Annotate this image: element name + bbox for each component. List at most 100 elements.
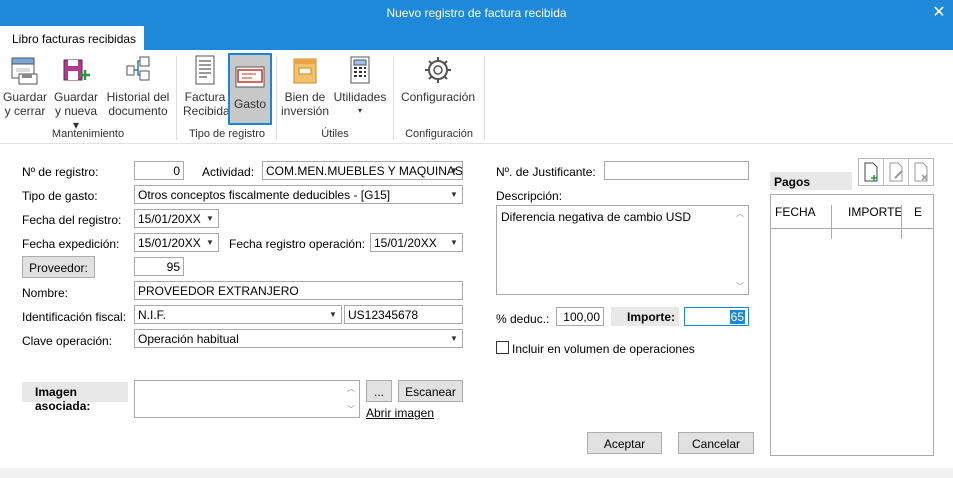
tab-strip: Libro facturas recibidas	[0, 26, 953, 50]
incluir-checkbox[interactable]	[496, 341, 509, 354]
fecha-registro-label: Fecha del registro:	[22, 213, 122, 227]
investment-icon	[293, 58, 317, 84]
column-divider[interactable]	[831, 205, 832, 239]
delete-document-icon[interactable]	[908, 158, 934, 186]
pagos-col-importe[interactable]: IMPORTE	[848, 205, 902, 219]
importe-value: 65	[729, 310, 745, 324]
chevron-down-icon: ▼	[450, 238, 458, 247]
fecha-reg-operacion-label: Fecha registro operación:	[229, 237, 366, 251]
deduc-label: % deduc.:	[496, 312, 550, 326]
save-new-button[interactable]: Guardar y nueva ▾	[53, 54, 99, 132]
descripcion-textarea[interactable]: Diferencia negativa de cambio USD ︿ ﹀	[496, 205, 749, 295]
browse-image-button[interactable]: ...	[366, 380, 392, 402]
group-configuracion-label: Configuración	[405, 128, 473, 140]
save-close-button[interactable]: Guardar y cerrar	[3, 54, 47, 118]
imagen-field[interactable]: ︿ ﹀	[134, 380, 360, 418]
actividad-select[interactable]: COM.MEN.MUEBLES Y MAQUINAS [ ▼	[262, 161, 463, 180]
clave-operacion-select[interactable]: Operación habitual ▼	[134, 329, 463, 348]
close-icon[interactable]: ✕	[931, 2, 947, 22]
utilidades-label: Utilidades	[333, 90, 387, 104]
chevron-down-icon: ▾	[357, 106, 362, 115]
title-bar: Nuevo registro de factura recibida ✕	[0, 0, 953, 26]
accept-button[interactable]: Aceptar	[587, 432, 662, 454]
clave-operacion-label: Clave operación:	[22, 334, 113, 348]
chevron-down-icon: ▼	[450, 166, 458, 175]
actividad-label: Actividad:	[202, 165, 255, 179]
pagos-col-fecha[interactable]: FECHA	[775, 205, 816, 219]
id-fiscal-type-value: N.I.F.	[138, 308, 167, 322]
chevron-down-icon: ▼	[329, 310, 337, 319]
chevron-down-icon: ▼	[450, 190, 458, 199]
ribbon-separator	[276, 56, 277, 140]
open-image-link[interactable]: Abrir imagen	[366, 406, 434, 420]
importe-label: Importe:	[611, 307, 679, 326]
tab-libro-facturas[interactable]: Libro facturas recibidas	[0, 26, 144, 50]
deduc-input[interactable]: 100,00	[556, 307, 604, 326]
gear-icon	[425, 57, 451, 83]
save-new-label-1: Guardar	[53, 90, 99, 104]
scroll-up-icon[interactable]: ︿	[343, 383, 359, 394]
expense-icon	[235, 66, 265, 88]
cancel-button[interactable]: Cancelar	[678, 432, 754, 454]
invoice-icon	[195, 55, 215, 85]
ribbon-separator	[393, 56, 394, 140]
imagen-label: Imagen asociada:	[22, 382, 128, 413]
n-registro-input[interactable]: 0	[134, 161, 184, 180]
proveedor-button[interactable]: Proveedor:	[22, 256, 95, 278]
pagos-header: FECHA IMPORTE E	[771, 195, 933, 239]
descripcion-value: Diferencia negativa de cambio USD	[501, 210, 692, 224]
scan-button[interactable]: Escanear	[398, 380, 463, 402]
fecha-registro-input[interactable]: 15/01/20XX ▼	[134, 209, 219, 228]
fecha-expedicion-label: Fecha expedición:	[22, 237, 120, 251]
pagos-col-e[interactable]: E	[914, 205, 922, 219]
history-button[interactable]: Historial del documento	[105, 54, 171, 118]
ribbon: Guardar y cerrar Guardar y nueva ▾ Histo…	[0, 50, 953, 144]
gasto-button[interactable]: Gasto	[228, 53, 272, 125]
scroll-down-icon[interactable]: ﹀	[732, 281, 748, 292]
configuracion-label: Configuración	[400, 90, 476, 104]
configuracion-button[interactable]: Configuración	[400, 54, 476, 104]
clave-operacion-value: Operación habitual	[138, 332, 239, 346]
tipo-gasto-select[interactable]: Otros conceptos fiscalmente deducibles -…	[134, 185, 463, 204]
chevron-down-icon: ▼	[206, 214, 214, 223]
window-title: Nuevo registro de factura recibida	[386, 6, 567, 20]
proveedor-input[interactable]: 95	[134, 257, 184, 276]
history-label-2: documento	[108, 104, 168, 118]
id-fiscal-type-select[interactable]: N.I.F. ▼	[134, 305, 342, 324]
fecha-expedicion-value: 15/01/20XX	[138, 236, 201, 250]
utilidades-button[interactable]: Utilidades ▾	[333, 54, 387, 118]
group-tipo-registro-label: Tipo de registro	[188, 128, 266, 140]
fecha-registro-value: 15/01/20XX	[138, 212, 201, 226]
group-mantenimiento-label: Mantenimiento	[51, 128, 125, 140]
nombre-label: Nombre:	[22, 286, 69, 300]
id-fiscal-label: Identificación fiscal:	[22, 310, 127, 324]
bien-inversion-button[interactable]: Bien de inversión	[280, 54, 330, 118]
fecha-expedicion-input[interactable]: 15/01/20XX ▼	[134, 233, 219, 252]
edit-document-icon[interactable]	[883, 158, 909, 186]
column-divider[interactable]	[901, 205, 902, 239]
scroll-down-icon[interactable]: ﹀	[343, 404, 359, 415]
id-fiscal-input[interactable]: US12345678	[344, 305, 463, 324]
importe-input[interactable]: 65	[684, 307, 749, 326]
descripcion-label: Descripción:	[496, 189, 563, 203]
ribbon-separator	[176, 56, 177, 140]
gasto-label: Gasto	[233, 97, 266, 111]
history-label-1: Historial del	[106, 90, 170, 104]
save-close-icon	[11, 57, 38, 85]
scrollbar[interactable]: ︿ ﹀	[343, 381, 359, 417]
fecha-reg-operacion-value: 15/01/20XX	[374, 236, 437, 250]
chevron-down-icon: ▼	[206, 238, 214, 247]
scroll-up-icon[interactable]: ︿	[732, 208, 748, 219]
pagos-title: Pagos	[770, 172, 852, 190]
tipo-gasto-value: Otros conceptos fiscalmente deducibles -…	[138, 188, 391, 202]
nombre-input[interactable]: PROVEEDOR EXTRANJERO	[134, 281, 463, 300]
calculator-icon	[350, 56, 370, 84]
factura-label-2: Recibida	[183, 104, 230, 118]
justificante-input[interactable]	[604, 161, 749, 180]
factura-recibida-button[interactable]: Factura Recibida	[183, 54, 230, 118]
new-document-icon[interactable]	[858, 158, 884, 186]
chevron-down-icon: ▼	[450, 334, 458, 343]
fecha-reg-operacion-input[interactable]: 15/01/20XX ▼	[370, 233, 463, 252]
scrollbar[interactable]: ︿ ﹀	[732, 206, 748, 294]
incluir-label: Incluir en volumen de operaciones	[512, 342, 695, 356]
